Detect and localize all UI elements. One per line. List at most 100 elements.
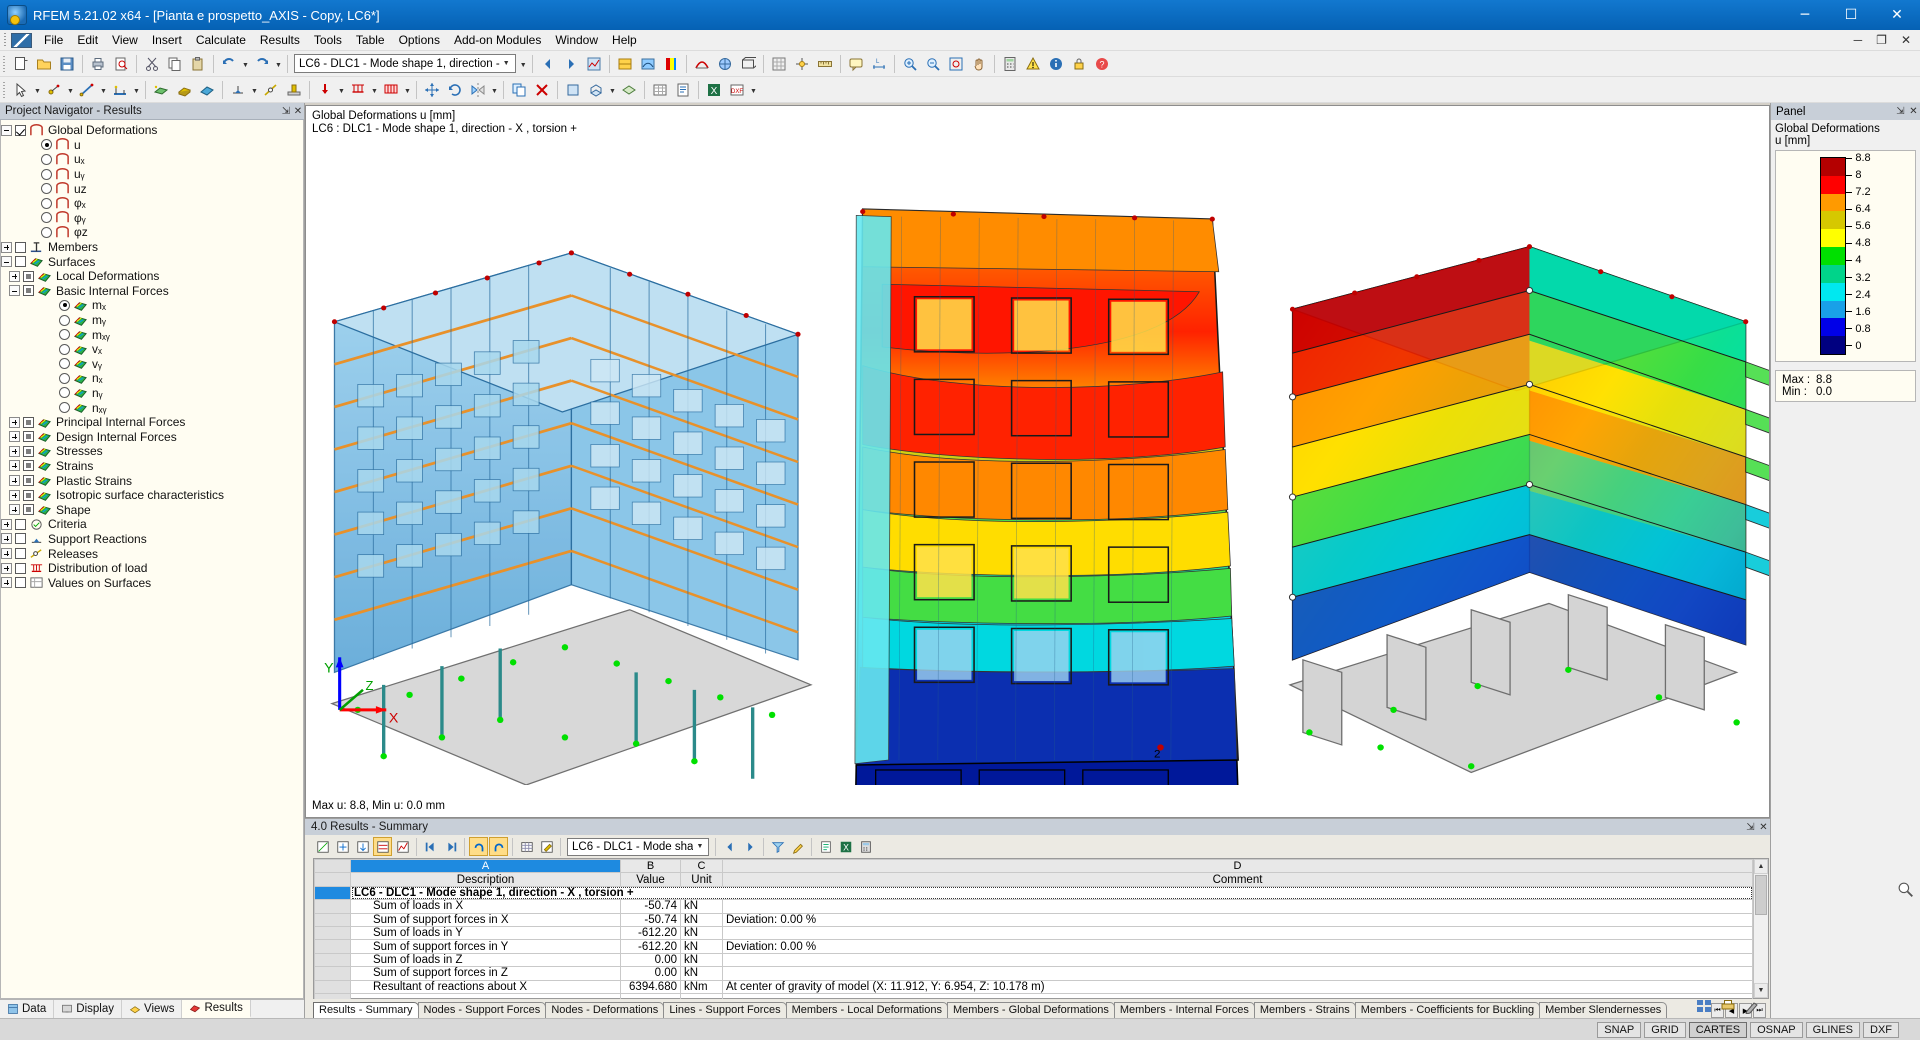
pan-icon[interactable]: [968, 53, 990, 75]
results-pane-close-icon[interactable]: ✕: [1757, 822, 1770, 833]
mirror-icon[interactable]: [467, 79, 489, 101]
nodal-load-dropdown-icon[interactable]: ▼: [337, 79, 346, 101]
warning-icon[interactable]: [1022, 53, 1044, 75]
show-results-icon[interactable]: [583, 53, 605, 75]
lock-icon[interactable]: [1068, 53, 1090, 75]
tree-item-values-on-surfaces[interactable]: Values on Surfaces: [1, 575, 303, 590]
minimize-button[interactable]: ─: [1782, 0, 1828, 30]
expand-icon[interactable]: [1, 548, 12, 559]
dxf-export-icon[interactable]: DXF: [726, 79, 748, 101]
export-dropdown-icon[interactable]: ▼: [749, 79, 758, 101]
checkbox[interactable]: [15, 533, 26, 544]
results-prev-case-icon[interactable]: [720, 837, 739, 856]
results-tab-members-global-deformations[interactable]: Members - Global Deformations: [947, 1002, 1115, 1019]
surface-load-icon[interactable]: [380, 79, 402, 101]
checkbox[interactable]: [15, 519, 26, 530]
row-header-cell[interactable]: [315, 967, 351, 980]
results-tab-member-slendernesses[interactable]: Member Slendernesses: [1539, 1002, 1667, 1019]
panel-close-icon[interactable]: ✕: [1907, 106, 1920, 117]
menu-calculate[interactable]: Calculate: [189, 31, 253, 49]
navigator-close-icon[interactable]: ✕: [292, 106, 304, 117]
checkbox[interactable]: [23, 271, 34, 282]
foundation-tool-icon[interactable]: [283, 79, 305, 101]
table-view-icon[interactable]: [649, 79, 671, 101]
tree-item-u[interactable]: uᵧ: [1, 167, 303, 182]
menu-file[interactable]: File: [37, 31, 70, 49]
select-pointer-icon[interactable]: [10, 79, 32, 101]
radio-button[interactable]: [41, 139, 52, 150]
row-header-cell[interactable]: [315, 900, 351, 913]
line-load-dropdown-icon[interactable]: ▼: [370, 79, 379, 101]
table-grid-toggle-icon[interactable]: [517, 837, 536, 856]
column-letter-b[interactable]: B: [621, 860, 681, 873]
secondary-toolbar-grip[interactable]: [2, 82, 7, 98]
checkbox[interactable]: [23, 490, 34, 501]
table-row[interactable]: Sum of support forces in X-50.74kNDeviat…: [315, 913, 1753, 926]
line-dropdown-icon[interactable]: ▼: [99, 79, 108, 101]
navigator-tab-views[interactable]: Views: [122, 1000, 182, 1018]
results-tab-results-summary[interactable]: Results - Summary: [313, 1002, 419, 1019]
close-button[interactable]: ✕: [1874, 0, 1920, 30]
tree-item-design-internal-forces[interactable]: Design Internal Forces: [1, 429, 303, 444]
results-table-tabs[interactable]: Results - SummaryNodes - Support ForcesN…: [305, 999, 1770, 1018]
status-button-glines[interactable]: GLINES: [1806, 1022, 1860, 1038]
menu-edit[interactable]: Edit: [70, 31, 105, 49]
copy-object-icon[interactable]: [508, 79, 530, 101]
tree-item-[interactable]: φₓ: [1, 196, 303, 211]
table-insert-row-icon[interactable]: [333, 837, 352, 856]
expand-icon[interactable]: [9, 446, 20, 457]
info-icon[interactable]: [1045, 53, 1067, 75]
menu-help[interactable]: Help: [605, 31, 644, 49]
print-preview-icon[interactable]: [110, 53, 132, 75]
status-button-cartes[interactable]: CARTES: [1689, 1022, 1747, 1038]
expand-icon[interactable]: [9, 431, 20, 442]
table-undo-icon[interactable]: [469, 837, 488, 856]
deform-shape-icon[interactable]: [691, 53, 713, 75]
menu-options[interactable]: Options: [392, 31, 447, 49]
results-tab-lines-support-forces[interactable]: Lines - Support Forces: [663, 1002, 786, 1019]
scroll-down-icon[interactable]: ▼: [1754, 983, 1768, 998]
next-case-icon[interactable]: [560, 53, 582, 75]
color-scale-icon[interactable]: [660, 53, 682, 75]
results-table-scrollbar[interactable]: ▲ ▼: [1753, 859, 1768, 998]
navigator-tab-display[interactable]: Display: [54, 1000, 122, 1018]
tree-item-n[interactable]: nₓᵧ: [1, 400, 303, 415]
model-viewport[interactable]: Global Deformations u [mm] LC6 : DLC1 - …: [305, 105, 1770, 818]
scroll-up-icon[interactable]: ▲: [1754, 859, 1768, 874]
snap-icon[interactable]: [791, 53, 813, 75]
toolbar-grip[interactable]: [2, 56, 7, 72]
results-tab-members-local-deformations[interactable]: Members - Local Deformations: [786, 1002, 948, 1019]
menu-insert[interactable]: Insert: [145, 31, 189, 49]
tree-item-m[interactable]: mᵧ: [1, 313, 303, 328]
load-case-extra-dropdown-icon[interactable]: ▼: [519, 53, 528, 75]
layout-grid-icon[interactable]: [1696, 998, 1712, 1014]
radio-button[interactable]: [59, 387, 70, 398]
radio-button[interactable]: [59, 358, 70, 369]
menu-addon-modules[interactable]: Add-on Modules: [447, 31, 548, 49]
tree-item-n[interactable]: nᵧ: [1, 386, 303, 401]
results-next-case-icon[interactable]: [740, 837, 759, 856]
open-file-icon[interactable]: [33, 53, 55, 75]
node-dropdown-icon[interactable]: ▼: [66, 79, 75, 101]
results-table-container[interactable]: A B C D Description Value Unit Comment: [313, 858, 1769, 999]
select-dropdown-icon[interactable]: ▼: [33, 79, 42, 101]
expand-icon[interactable]: [9, 504, 20, 515]
radio-button[interactable]: [59, 315, 70, 326]
expand-icon[interactable]: [9, 490, 20, 501]
expand-icon[interactable]: [1, 533, 12, 544]
table-chart-icon[interactable]: [393, 837, 412, 856]
chevron-down-icon[interactable]: ▼: [500, 60, 513, 67]
undo-icon[interactable]: [218, 53, 240, 75]
save-icon[interactable]: [56, 53, 78, 75]
table-row[interactable]: Sum of support forces in Z0.00kN: [315, 967, 1753, 980]
expand-icon[interactable]: [1, 519, 12, 530]
redo-dropdown-icon[interactable]: ▼: [274, 53, 283, 75]
zoom-out-icon[interactable]: [922, 53, 944, 75]
checkbox[interactable]: [23, 460, 34, 471]
help-icon[interactable]: ?: [1091, 53, 1113, 75]
measure-icon[interactable]: [814, 53, 836, 75]
printout-report-icon[interactable]: [672, 79, 694, 101]
results-on-surfaces-icon[interactable]: [614, 53, 636, 75]
radio-button[interactable]: [59, 300, 70, 311]
render-icon[interactable]: [714, 53, 736, 75]
